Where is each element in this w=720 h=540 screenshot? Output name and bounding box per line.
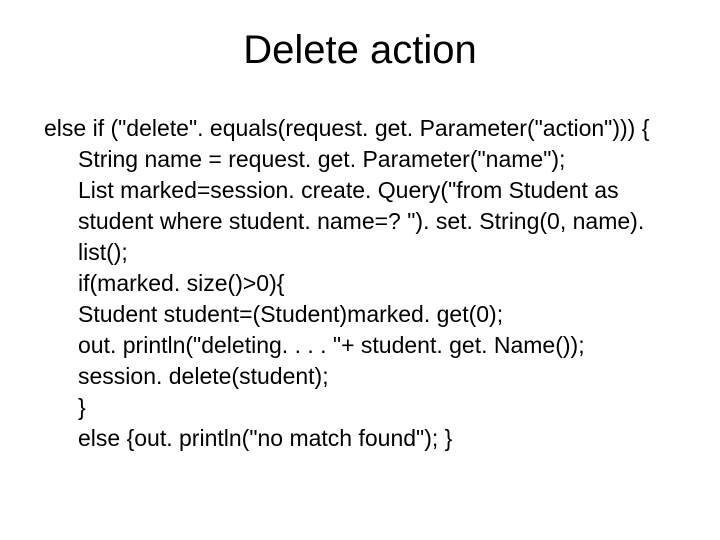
code-line: String name = request. get. Parameter("n… <box>44 144 690 175</box>
code-block: else if ("delete". equals(request. get. … <box>0 113 720 455</box>
code-line: if(marked. size()>0){ <box>44 268 690 299</box>
code-line: out. println("deleting. . . . "+ student… <box>44 330 690 361</box>
code-line: else {out. println("no match found"); } <box>44 423 690 454</box>
code-line: else if ("delete". equals(request. get. … <box>44 113 690 144</box>
code-line: student where student. name=? "). set. S… <box>44 206 690 268</box>
code-line: Student student=(Student)marked. get(0); <box>44 299 690 330</box>
code-line: List marked=session. create. Query("from… <box>44 175 690 206</box>
code-line: } <box>44 392 690 423</box>
slide-title: Delete action <box>0 28 720 73</box>
code-line: session. delete(student); <box>44 361 690 392</box>
slide: Delete action else if ("delete". equals(… <box>0 0 720 540</box>
